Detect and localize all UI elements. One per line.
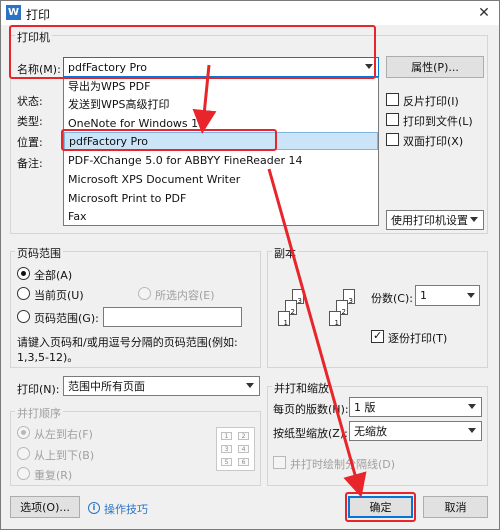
printer-section-highlight [9,25,376,79]
scale-value: 无缩放 [354,425,387,438]
page-range-group-label: 页码范围 [15,245,63,261]
ok-button-highlight [345,492,416,522]
current-page-label: 当前页(U) [34,289,84,302]
page-range-hint-2: 1,3,5-12)。 [17,351,79,364]
all-pages-radio[interactable] [17,267,30,280]
scale-label: 按纸型缩放(Z): [273,427,348,440]
copies-count-label: 份数(C): [371,292,413,305]
draw-borders-label: 并打时绘制分隔线(D) [290,458,396,471]
spinner-icon[interactable] [467,293,475,298]
cancel-button[interactable]: 取消 [423,496,488,518]
pdffactory-item-highlight [61,129,277,151]
all-pages-label: 全部(A) [34,269,73,282]
print-what-select[interactable]: 范围中所有页面 [63,376,260,396]
current-page-radio[interactable] [17,287,30,300]
left-to-right-radio[interactable] [17,426,30,439]
print-order-group-label: 并打顺序 [15,405,63,421]
copies-count-value: 1 [420,289,427,302]
window-title: 打印 [26,8,51,22]
selection-label: 所选内容(E) [155,289,215,302]
order-grid-icon: 1 2 3 4 5 6 [216,427,255,471]
print-what-label: 打印(N): [17,383,60,396]
printer-option[interactable]: 导出为WPS PDF [64,78,378,96]
repeat-radio[interactable] [17,467,30,480]
repeat-label: 重复(R) [34,469,73,482]
reverse-print-label: 反片打印(I) [403,95,459,108]
options-button[interactable]: 选项(O)... [10,496,80,518]
zoom-group-label: 并打和缩放 [272,380,331,396]
properties-button[interactable]: 属性(P)... [386,56,484,78]
selection-radio[interactable] [138,287,151,300]
printer-dropdown-list[interactable]: 导出为WPS PDF 发送到WPS高级打印 OneNote for Window… [63,77,379,226]
page-range-label: 页码范围(G): [34,312,99,325]
printer-option[interactable]: PDF-XChange 5.0 for ABBYY FineReader 14 [64,152,378,170]
title-bar: W 打印 ✕ [1,1,499,25]
print-what-value: 范围中所有页面 [68,380,145,393]
copies-group [267,251,488,368]
top-to-bottom-radio[interactable] [17,447,30,460]
chevron-down-icon [468,428,476,433]
duplex-checkbox[interactable] [386,133,399,146]
chevron-down-icon [246,383,254,388]
type-label: 类型: [17,115,43,128]
printer-option[interactable]: Microsoft XPS Document Writer [64,171,378,189]
page-range-radio[interactable] [17,310,30,323]
printer-option[interactable]: Microsoft Print to PDF [64,190,378,208]
scale-select[interactable]: 无缩放 [349,421,482,441]
collate-checkbox[interactable] [371,329,384,343]
printer-settings-value: 使用打印机设置 [391,214,468,227]
chevron-down-icon [470,217,478,222]
print-dialog: W 打印 ✕ 打印机 名称(M): pdfFactory Pro 属性(P)..… [0,0,500,530]
printer-settings-select[interactable]: 使用打印机设置 [386,210,484,230]
page-icon: 1 [329,311,341,327]
tips-link[interactable]: 操作技巧 [104,501,148,517]
pages-per-sheet-label: 每页的版数(H): [273,403,349,416]
pages-per-sheet-value: 1 版 [354,401,376,414]
duplex-label: 双面打印(X) [403,135,464,148]
reverse-print-checkbox[interactable] [386,93,399,106]
draw-borders-checkbox[interactable] [273,456,286,469]
printer-option[interactable]: Fax [64,208,378,226]
left-to-right-label: 从左到右(F) [34,428,93,441]
collate-label: 逐份打印(T) [388,332,448,345]
page-range-hint-1: 请键入页码和/或用逗号分隔的页码范围(例如: [17,336,238,349]
location-label: 位置: [17,136,43,149]
comment-label: 备注: [17,157,43,170]
copies-count-input[interactable]: 1 [415,285,480,306]
page-range-input[interactable] [103,307,242,327]
status-label: 状态: [17,95,43,108]
tips-info-icon: i [88,502,100,514]
print-to-file-checkbox[interactable] [386,113,399,126]
page-icon: 1 [278,311,290,327]
printer-option[interactable]: 发送到WPS高级打印 [64,96,378,114]
wps-app-icon: W [6,5,21,20]
pages-per-sheet-select[interactable]: 1 版 [349,397,482,417]
close-icon[interactable]: ✕ [469,1,499,25]
copies-group-label: 副本 [272,245,298,261]
top-to-bottom-label: 从上到下(B) [34,449,95,462]
chevron-down-icon [468,404,476,409]
print-to-file-label: 打印到文件(L) [403,115,473,128]
